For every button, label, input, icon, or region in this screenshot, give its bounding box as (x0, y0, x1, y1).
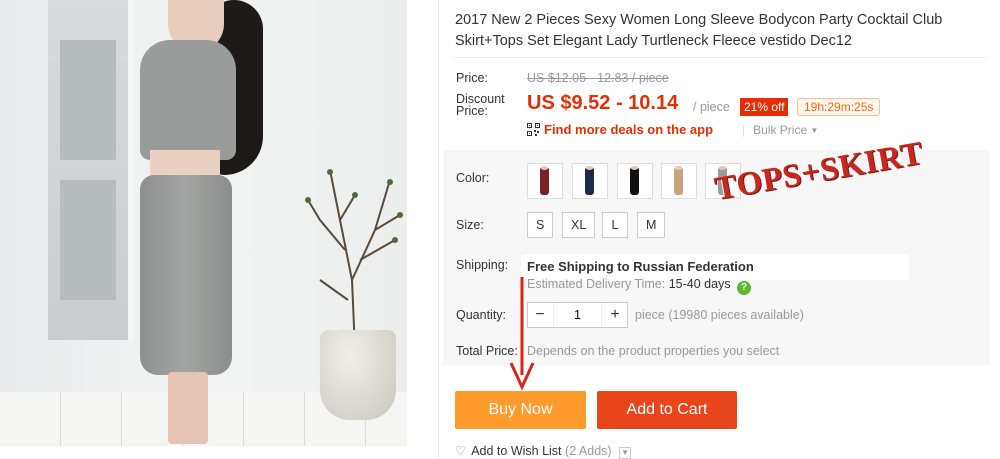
discount-price-label: Discount Price: (456, 92, 505, 118)
discount-price: US $9.52 - 10.14 (527, 92, 679, 114)
window-pane (60, 40, 116, 160)
size-option-l[interactable]: L (602, 212, 628, 238)
countdown-timer: 19h:29m:25s (797, 98, 881, 116)
color-label: Color: (456, 171, 490, 185)
swatch-figure-head (586, 166, 593, 170)
discount-badge: 21% off (740, 98, 789, 116)
bulk-price-toggle[interactable]: | Bulk Price ▼ (742, 123, 818, 137)
stock-available: piece (19980 pieces available) (635, 308, 804, 322)
size-label: Size: (456, 218, 484, 232)
original-price: US $12.05 - 12.83 / piece (527, 71, 669, 85)
add-to-wishlist[interactable]: ♡ Add to Wish List (2 Adds) ▼ (455, 443, 632, 459)
model-waist (150, 150, 220, 178)
swatch-figure (585, 167, 594, 195)
plant-branches (305, 169, 403, 350)
divider (455, 57, 985, 58)
wishlist-label: Add to Wish List (471, 444, 562, 458)
heart-icon: ♡ (455, 444, 467, 458)
app-deals-link[interactable]: Find more deals on the app (527, 122, 713, 137)
size-option-s[interactable]: S (527, 212, 554, 238)
separator: | (742, 123, 746, 137)
window-pane (60, 180, 116, 300)
size-option-m[interactable]: M (637, 212, 666, 238)
quantity-increase-button[interactable]: + (603, 303, 627, 327)
color-swatch-black[interactable] (617, 163, 653, 199)
shipping-method[interactable]: Free Shipping to Russian Federation (527, 259, 754, 274)
product-title: 2017 New 2 Pieces Sexy Women Long Sleeve… (455, 12, 943, 49)
quantity-input[interactable] (553, 303, 602, 327)
swatch-figure (630, 167, 639, 195)
delivery-estimate-value: 15-40 days (668, 277, 731, 291)
swatch-figure-head (631, 166, 638, 170)
swatch-figure-head (675, 166, 682, 170)
model-legs (168, 372, 208, 444)
add-to-cart-button[interactable]: Add to Cart (597, 391, 737, 429)
color-swatch-khaki[interactable] (661, 163, 697, 199)
size-option-xl[interactable]: XL (562, 212, 596, 238)
divider (438, 0, 439, 458)
swatch-figure-head (541, 166, 548, 170)
wishlist-count: (2 Adds) (565, 444, 612, 458)
shipping-label: Shipping: (456, 258, 509, 272)
price-label: Price: (456, 71, 488, 85)
photo-window (48, 0, 134, 340)
question-mark-icon[interactable]: ? (737, 281, 752, 295)
color-swatch-burgundy[interactable] (527, 163, 563, 199)
red-arrow-icon (509, 277, 535, 391)
color-swatch-navy[interactable] (572, 163, 608, 199)
model-skirt (140, 175, 232, 375)
delivery-estimate-label: Estimated Delivery Time: (527, 277, 666, 291)
buy-now-button[interactable]: Buy Now (455, 391, 586, 429)
quantity-stepper: − + (527, 302, 628, 328)
price-unit: / piece (693, 100, 730, 114)
qr-code-icon (527, 123, 540, 136)
plant-pot (320, 330, 396, 420)
swatch-figure (540, 167, 549, 195)
product-image[interactable] (0, 0, 407, 446)
delivery-estimate: Estimated Delivery Time: 15-40 days ? (527, 277, 752, 295)
caret-down-icon: ▼ (810, 126, 819, 135)
app-deals-text: Find more deals on the app (544, 122, 714, 137)
swatch-figure (674, 167, 683, 195)
model-top (140, 40, 236, 160)
quantity-label: Quantity: (456, 308, 507, 322)
total-price-value: Depends on the product properties you se… (527, 344, 780, 358)
bulk-price-label: Bulk Price (753, 123, 808, 137)
chevron-down-icon[interactable]: ▼ (619, 447, 632, 459)
